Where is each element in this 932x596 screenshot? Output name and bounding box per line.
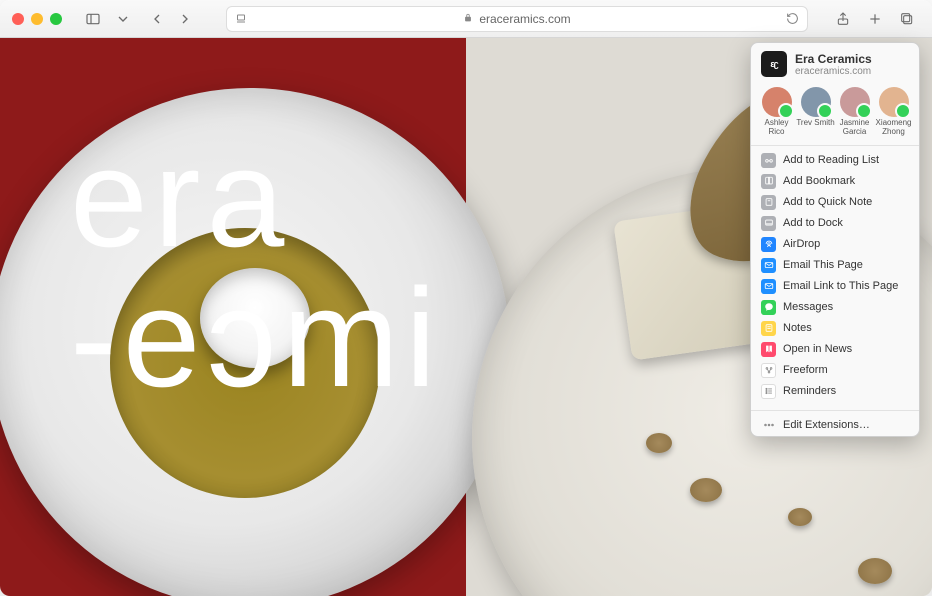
share-menu-item[interactable]: Email This Page bbox=[751, 255, 919, 276]
hero-line2: -eɔmi bbox=[70, 268, 442, 408]
avatar bbox=[801, 87, 831, 117]
site-settings-icon[interactable] bbox=[235, 13, 247, 25]
book-icon bbox=[761, 174, 776, 189]
back-button[interactable] bbox=[144, 8, 170, 30]
share-menu-label: Add to Dock bbox=[783, 217, 843, 229]
share-menu-item[interactable]: Add to Reading List bbox=[751, 150, 919, 171]
share-site-title: Era Ceramics bbox=[795, 52, 872, 66]
share-menu-label: Add to Reading List bbox=[783, 154, 879, 166]
mail-icon bbox=[761, 258, 776, 273]
new-tab-button[interactable] bbox=[862, 8, 888, 30]
share-menu-label: AirDrop bbox=[783, 238, 820, 250]
share-menu-item[interactable]: Add to Dock bbox=[751, 213, 919, 234]
pebble-1 bbox=[646, 433, 672, 453]
share-menu-label: Messages bbox=[783, 301, 833, 313]
share-menu-label: Reminders bbox=[783, 385, 836, 397]
share-menu-item[interactable]: Add Bookmark bbox=[751, 171, 919, 192]
mail-icon bbox=[761, 279, 776, 294]
avatar bbox=[879, 87, 909, 117]
dock-icon bbox=[761, 216, 776, 231]
pebble-2 bbox=[690, 478, 722, 502]
share-menu-item[interactable]: AirDrop bbox=[751, 234, 919, 255]
airdrop-icon bbox=[761, 237, 776, 252]
pebble-3 bbox=[788, 508, 812, 526]
close-window[interactable] bbox=[12, 13, 24, 25]
minimize-window[interactable] bbox=[31, 13, 43, 25]
share-menu-item[interactable]: Notes bbox=[751, 318, 919, 339]
avatar bbox=[840, 87, 870, 117]
contact-name: Jasmine Garcia bbox=[835, 119, 874, 137]
share-menu-label: Email Link to This Page bbox=[783, 280, 898, 292]
divider bbox=[751, 410, 919, 411]
share-menu-item[interactable]: Open in News bbox=[751, 339, 919, 360]
share-menu-item[interactable]: Messages bbox=[751, 297, 919, 318]
share-menu-label: Add Bookmark bbox=[783, 175, 855, 187]
share-contact[interactable]: Ashley Rico bbox=[757, 87, 796, 137]
lock-icon bbox=[463, 12, 473, 26]
share-menu-label: Freeform bbox=[783, 364, 828, 376]
share-contacts: Ashley Rico Trev Smith Jasmine Garcia Xi… bbox=[751, 83, 919, 146]
contact-name: Xiaomeng Zhong bbox=[874, 119, 913, 137]
hero-line1: era bbox=[70, 128, 442, 268]
note-icon bbox=[761, 195, 776, 210]
share-menu-list: Add to Reading List Add Bookmark Add to … bbox=[751, 146, 919, 406]
share-menu-label: Open in News bbox=[783, 343, 852, 355]
edit-extensions-label: Edit Extensions… bbox=[783, 419, 870, 431]
pebble-4 bbox=[858, 558, 892, 584]
sidebar-toggle[interactable] bbox=[80, 8, 106, 30]
share-contact[interactable]: Trev Smith bbox=[796, 87, 835, 137]
notes-icon bbox=[761, 321, 776, 336]
share-panel: εʗ Era Ceramics eraceramics.com Ashley R… bbox=[750, 42, 920, 437]
share-menu-item[interactable]: Add to Quick Note bbox=[751, 192, 919, 213]
share-contact[interactable]: Xiaomeng Zhong bbox=[874, 87, 913, 137]
news-icon bbox=[761, 342, 776, 357]
share-header: εʗ Era Ceramics eraceramics.com bbox=[751, 43, 919, 83]
forward-button[interactable] bbox=[172, 8, 198, 30]
share-menu-label: Email This Page bbox=[783, 259, 863, 271]
share-contact[interactable]: Jasmine Garcia bbox=[835, 87, 874, 137]
tabs-overview-button[interactable] bbox=[894, 8, 920, 30]
toolbar: eraceramics.com bbox=[0, 0, 932, 38]
sidebar-menu-chevron[interactable] bbox=[110, 8, 136, 30]
share-button[interactable] bbox=[830, 8, 856, 30]
share-site-url: eraceramics.com bbox=[795, 66, 872, 77]
extensions-icon bbox=[761, 418, 776, 433]
rem-icon bbox=[761, 384, 776, 399]
reload-button[interactable] bbox=[786, 12, 799, 25]
share-menu-label: Notes bbox=[783, 322, 812, 334]
browser-window: eraceramics.com bbox=[0, 0, 932, 596]
share-menu-item[interactable]: Email Link to This Page bbox=[751, 276, 919, 297]
site-favicon: εʗ bbox=[761, 51, 787, 77]
free-icon bbox=[761, 363, 776, 378]
msg-icon bbox=[761, 300, 776, 315]
contact-name: Trev Smith bbox=[796, 119, 834, 128]
share-menu-item[interactable]: Reminders bbox=[751, 381, 919, 402]
share-menu-item[interactable]: Freeform bbox=[751, 360, 919, 381]
avatar bbox=[762, 87, 792, 117]
share-menu-label: Add to Quick Note bbox=[783, 196, 872, 208]
edit-extensions[interactable]: Edit Extensions… bbox=[751, 415, 919, 436]
address-bar[interactable]: eraceramics.com bbox=[226, 6, 808, 32]
glasses-icon bbox=[761, 153, 776, 168]
window-controls bbox=[12, 13, 62, 25]
contact-name: Ashley Rico bbox=[757, 119, 796, 137]
maximize-window[interactable] bbox=[50, 13, 62, 25]
address-url: eraceramics.com bbox=[479, 12, 570, 26]
hero-logo: era -eɔmi bbox=[70, 128, 442, 408]
